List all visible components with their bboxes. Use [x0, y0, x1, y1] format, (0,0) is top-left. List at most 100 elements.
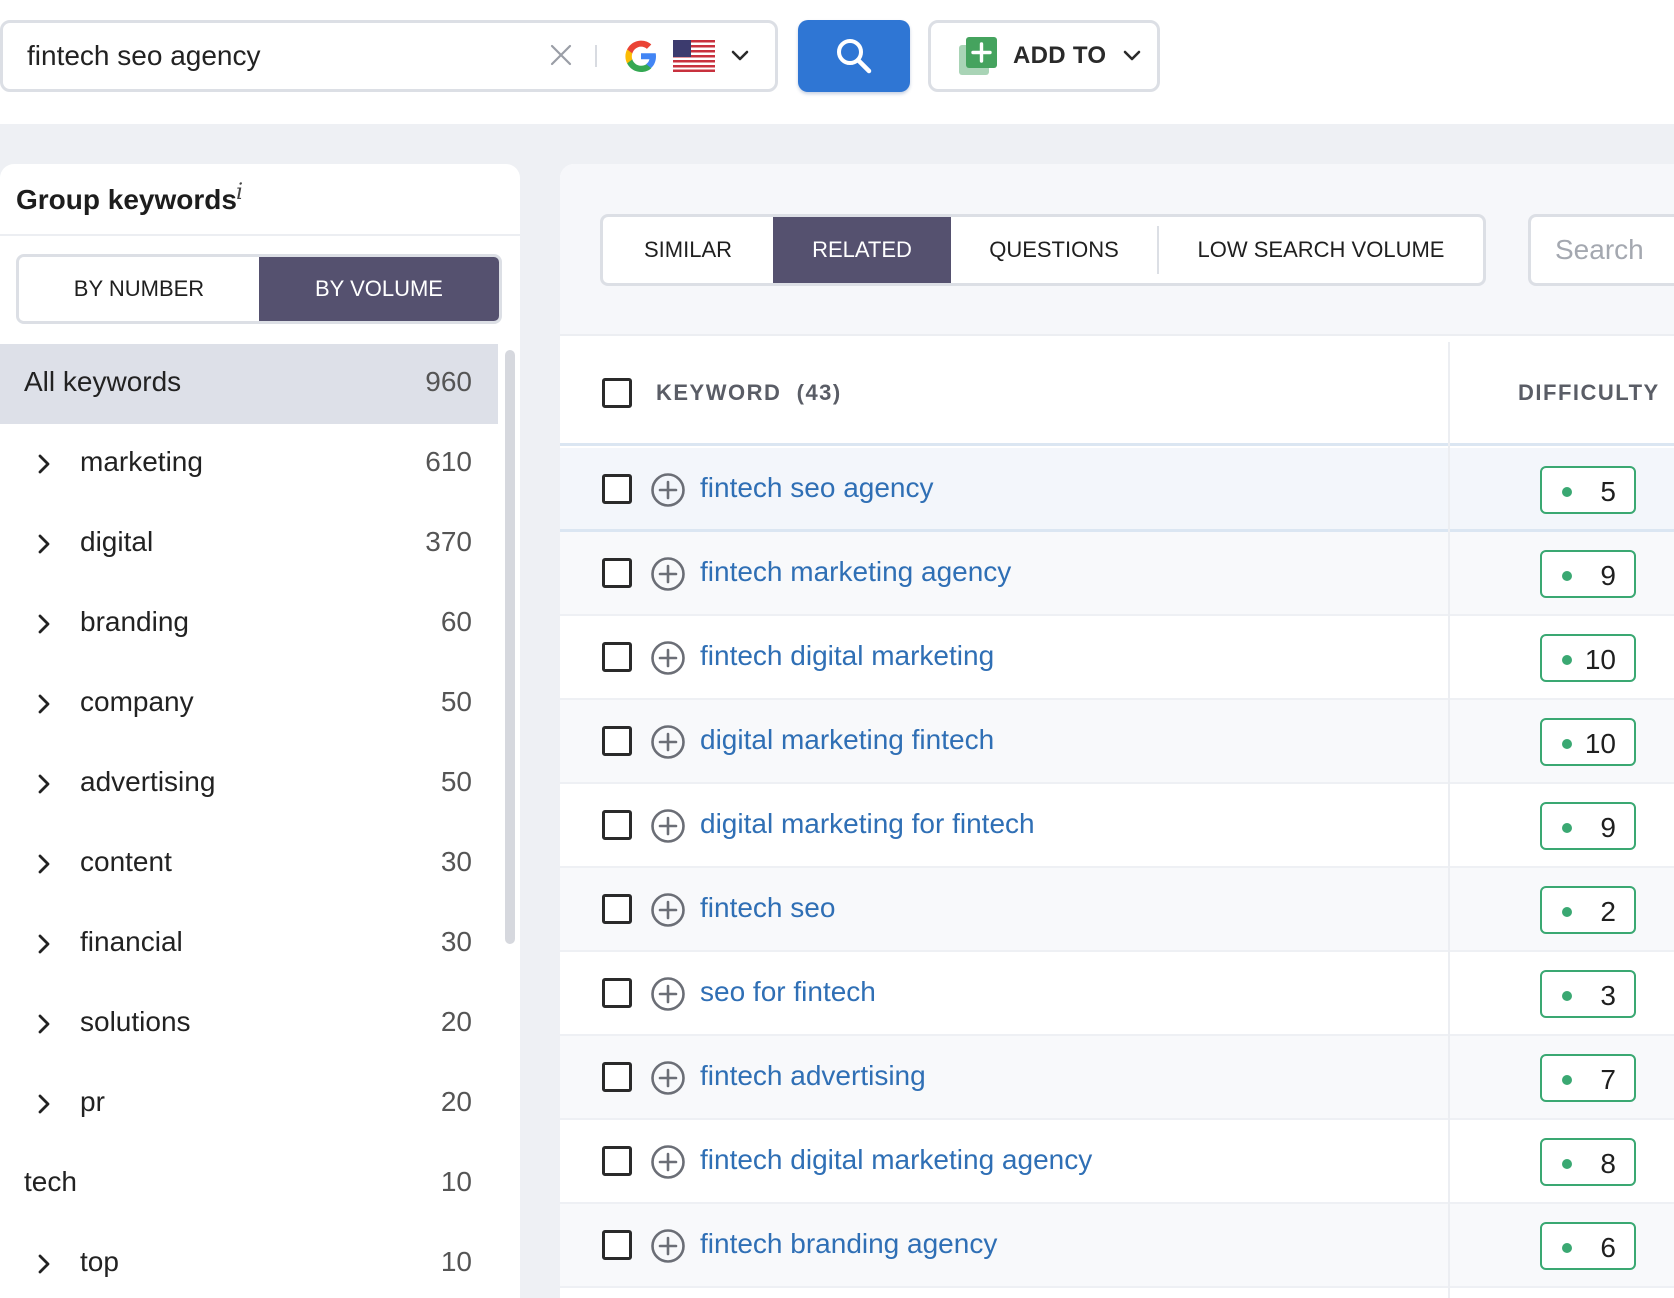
divider [595, 45, 597, 67]
plus-circle-icon[interactable] [650, 1144, 686, 1180]
chevron-right-icon[interactable] [32, 1251, 56, 1277]
keyword-link[interactable]: fintech marketing agency [700, 556, 1011, 588]
difficulty-badge: 3 [1540, 970, 1636, 1018]
difficulty-dot [1562, 1075, 1572, 1085]
group-item-marketing[interactable]: marketing 610 [0, 424, 498, 504]
add-to-button[interactable]: ADD TO [928, 20, 1160, 92]
keyword-link[interactable]: digital marketing fintech [700, 724, 994, 756]
table-header: KEYWORD (43) DIFFICULTY [560, 342, 1674, 446]
table-row: fintech seo agency 5 [560, 448, 1674, 532]
table-row: fintech marketing agency 9 [560, 532, 1674, 616]
chevron-right-icon[interactable] [32, 1091, 56, 1117]
difficulty-dot [1562, 1243, 1572, 1253]
chevron-right-icon[interactable] [32, 531, 56, 557]
group-item-label: solutions [80, 1006, 191, 1037]
keyword-link[interactable]: fintech branding agency [700, 1228, 997, 1260]
difficulty-badge: 10 [1540, 718, 1636, 766]
top-bar: ADD TO [0, 0, 1674, 124]
group-item-label: digital [80, 526, 154, 557]
tab-related[interactable]: RELATED [773, 217, 951, 283]
by-volume-button[interactable]: BY VOLUME [259, 257, 499, 321]
plus-circle-icon[interactable] [650, 976, 686, 1012]
chevron-right-icon[interactable] [32, 451, 56, 477]
select-all-checkbox[interactable] [602, 378, 632, 408]
chevron-right-icon[interactable] [32, 1011, 56, 1037]
difficulty-dot [1562, 991, 1572, 1001]
close-icon[interactable] [543, 37, 579, 73]
tab-low-search-volume[interactable]: LOW SEARCH VOLUME [1159, 217, 1483, 283]
table-row: fintech seo 2 [560, 868, 1674, 952]
row-checkbox[interactable] [602, 558, 632, 588]
chevron-right-icon[interactable] [32, 611, 56, 637]
row-checkbox[interactable] [602, 642, 632, 672]
search-input[interactable] [27, 23, 527, 89]
keyword-link[interactable]: fintech digital marketing [700, 640, 994, 672]
group-item-top[interactable]: top 10 [0, 1224, 498, 1298]
plus-circle-icon[interactable] [650, 892, 686, 928]
row-checkbox[interactable] [602, 810, 632, 840]
group-item-label: branding [80, 606, 189, 637]
row-checkbox[interactable] [602, 1146, 632, 1176]
row-checkbox[interactable] [602, 978, 632, 1008]
search-button[interactable] [798, 20, 910, 92]
group-item-financial[interactable]: financial 30 [0, 904, 498, 984]
group-item-count: 50 [440, 686, 472, 717]
google-icon[interactable] [623, 38, 659, 74]
group-item-tech[interactable]: tech 10 [0, 1144, 498, 1224]
keyword-link[interactable]: seo for fintech [700, 976, 876, 1008]
chevron-down-icon [1124, 50, 1141, 61]
tab-similar[interactable]: SIMILAR [603, 217, 773, 283]
plus-circle-icon[interactable] [650, 724, 686, 760]
group-keywords-header: Group keywords i [0, 164, 520, 236]
keyword-link[interactable]: fintech digital marketing agency [700, 1144, 1092, 1176]
difficulty-badge: 8 [1540, 1138, 1636, 1186]
chevron-right-icon[interactable] [32, 691, 56, 717]
plus-circle-icon[interactable] [650, 1060, 686, 1096]
group-item-all-keywords[interactable]: All keywords 960 [0, 344, 498, 424]
keyword-link[interactable]: fintech seo [700, 892, 835, 924]
keyword-header-label: KEYWORD [656, 380, 782, 405]
difficulty-column-header[interactable]: DIFFICULTY [1518, 380, 1660, 406]
difficulty-badge: 5 [1540, 466, 1636, 514]
row-checkbox[interactable] [602, 726, 632, 756]
chevron-right-icon[interactable] [32, 771, 56, 797]
plus-circle-icon[interactable] [650, 556, 686, 592]
difficulty-badge: 7 [1540, 1054, 1636, 1102]
difficulty-value: 3 [1600, 980, 1616, 1011]
plus-circle-icon[interactable] [650, 472, 686, 508]
group-item-company[interactable]: company 50 [0, 664, 498, 744]
difficulty-value: 7 [1600, 1064, 1616, 1095]
keyword-link[interactable]: digital marketing for fintech [700, 808, 1035, 840]
group-list-scrollbar[interactable] [505, 350, 515, 944]
us-flag-icon[interactable] [673, 40, 715, 72]
group-item-pr[interactable]: pr 20 [0, 1064, 498, 1144]
keyword-column-header[interactable]: KEYWORD (43) [656, 380, 842, 406]
row-checkbox[interactable] [602, 894, 632, 924]
group-item-digital[interactable]: digital 370 [0, 504, 498, 584]
group-item-solutions[interactable]: solutions 20 [0, 984, 498, 1064]
keyword-link[interactable]: fintech advertising [700, 1060, 926, 1092]
difficulty-dot [1562, 739, 1572, 749]
plus-circle-icon[interactable] [650, 640, 686, 676]
info-icon[interactable]: i [236, 180, 243, 205]
chevron-down-icon[interactable] [727, 43, 753, 69]
plus-circle-icon[interactable] [650, 1228, 686, 1264]
chevron-right-icon[interactable] [32, 931, 56, 957]
search-icon [837, 39, 872, 74]
keyword-link[interactable]: fintech seo agency [700, 472, 934, 504]
group-item-count: 20 [440, 1006, 472, 1037]
tab-questions[interactable]: QUESTIONS [951, 217, 1157, 283]
difficulty-badge: 2 [1540, 886, 1636, 934]
by-number-button[interactable]: BY NUMBER [19, 257, 259, 321]
keyword-search-input[interactable] [1528, 214, 1674, 286]
table-row: digital marketing fintech 10 [560, 700, 1674, 784]
chevron-right-icon[interactable] [32, 851, 56, 877]
group-item-content[interactable]: content 30 [0, 824, 498, 904]
row-checkbox[interactable] [602, 1230, 632, 1260]
group-item-advertising[interactable]: advertising 50 [0, 744, 498, 824]
group-item-branding[interactable]: branding 60 [0, 584, 498, 664]
plus-circle-icon[interactable] [650, 808, 686, 844]
difficulty-dot [1562, 571, 1572, 581]
row-checkbox[interactable] [602, 474, 632, 504]
row-checkbox[interactable] [602, 1062, 632, 1092]
